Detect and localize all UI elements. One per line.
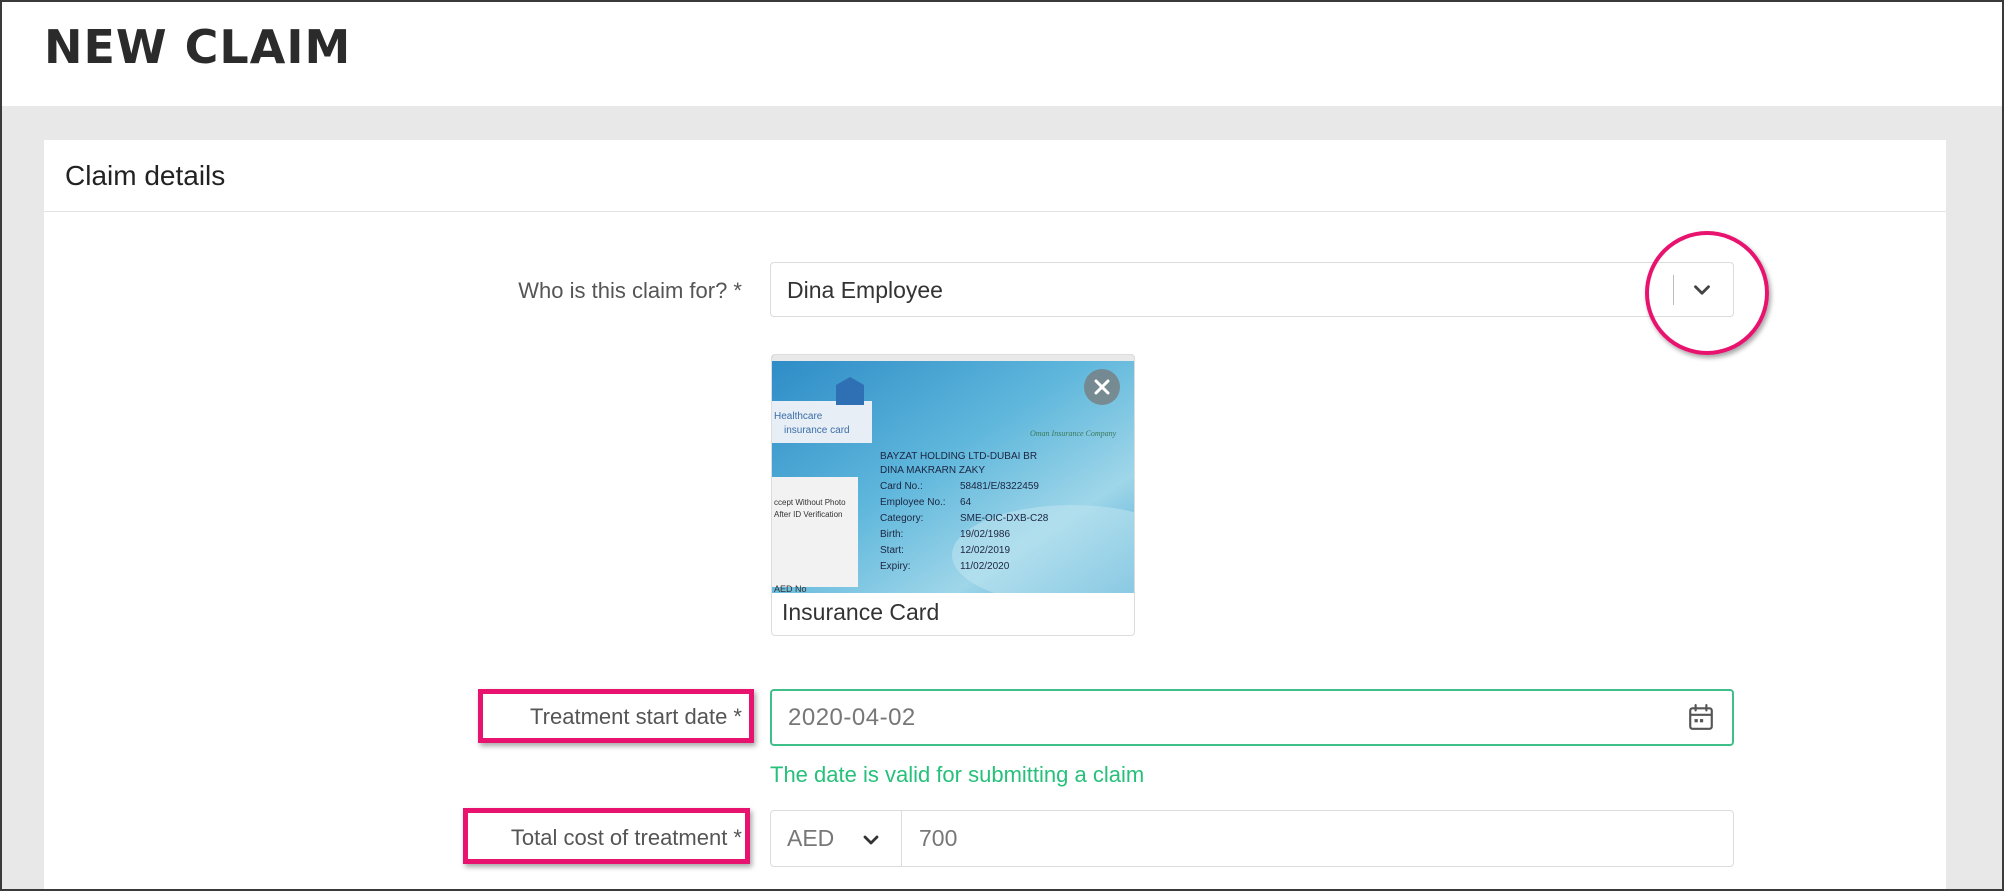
- svg-text:DINA MAKRARN ZAKY: DINA MAKRARN ZAKY: [880, 465, 985, 476]
- svg-text:ccept Without Photo: ccept Without Photo: [774, 498, 846, 507]
- app-frame: NEW CLAIM Claim details Who is this clai…: [0, 0, 2004, 891]
- claim-for-label: Who is this claim for? *: [518, 278, 742, 303]
- svg-text:Healthcare: Healthcare: [774, 411, 823, 422]
- currency-select[interactable]: AED: [771, 811, 902, 866]
- svg-text:insurance card: insurance card: [784, 425, 850, 436]
- svg-text:Card No.:: Card No.:: [880, 481, 923, 492]
- insurance-card-image: Healthcare insurance card Oman Insurance…: [772, 355, 1134, 593]
- svg-text:Category:: Category:: [880, 513, 923, 524]
- svg-text:Birth:: Birth:: [880, 529, 903, 540]
- insurance-card-attachment[interactable]: Healthcare insurance card Oman Insurance…: [771, 354, 1135, 636]
- attachment-caption: Insurance Card: [782, 599, 940, 625]
- treatment-date-input[interactable]: 2020-04-02: [770, 689, 1734, 746]
- svg-text:AED No: AED No: [774, 584, 807, 593]
- highlight-box-treatment-date: [478, 689, 754, 743]
- svg-text:Expiry:: Expiry:: [880, 561, 911, 572]
- calendar-icon[interactable]: [1688, 704, 1714, 732]
- page-header: NEW CLAIM: [2, 2, 2002, 106]
- svg-text:58481/E/8322459: 58481/E/8322459: [960, 481, 1039, 492]
- amount-input[interactable]: 700: [919, 825, 957, 852]
- highlight-box-total-cost: [463, 808, 750, 864]
- claim-for-value: Dina Employee: [787, 277, 943, 303]
- svg-text:11/02/2020: 11/02/2020: [960, 561, 1010, 572]
- svg-text:After ID Verification: After ID Verification: [774, 510, 842, 519]
- svg-text:BAYZAT HOLDING LTD-DUBAI BR: BAYZAT HOLDING LTD-DUBAI BR: [880, 451, 1037, 462]
- card-header: Claim details: [44, 140, 1946, 212]
- total-cost-group: AED 700: [770, 810, 1734, 867]
- svg-text:Start:: Start:: [880, 545, 904, 556]
- chevron-down-icon: [863, 835, 879, 845]
- treatment-date-value: 2020-04-02: [788, 704, 916, 731]
- svg-text:19/02/1986: 19/02/1986: [960, 529, 1010, 540]
- svg-text:Oman Insurance Company: Oman Insurance Company: [1030, 429, 1117, 438]
- svg-text:SME-OIC-DXB-C28: SME-OIC-DXB-C28: [960, 513, 1049, 524]
- remove-attachment-button[interactable]: [1084, 369, 1120, 405]
- date-valid-message: The date is valid for submitting a claim: [770, 762, 1145, 787]
- svg-text:12/02/2019: 12/02/2019: [960, 545, 1010, 556]
- svg-text:Employee No.:: Employee No.:: [880, 497, 946, 508]
- page-title: NEW CLAIM: [44, 20, 352, 74]
- close-icon: [1094, 379, 1110, 395]
- highlight-circle-dropdown: [1645, 231, 1769, 355]
- currency-value: AED: [787, 825, 835, 851]
- card-title: Claim details: [65, 160, 226, 191]
- claim-for-select[interactable]: Dina Employee: [770, 262, 1734, 317]
- svg-text:64: 64: [960, 497, 972, 508]
